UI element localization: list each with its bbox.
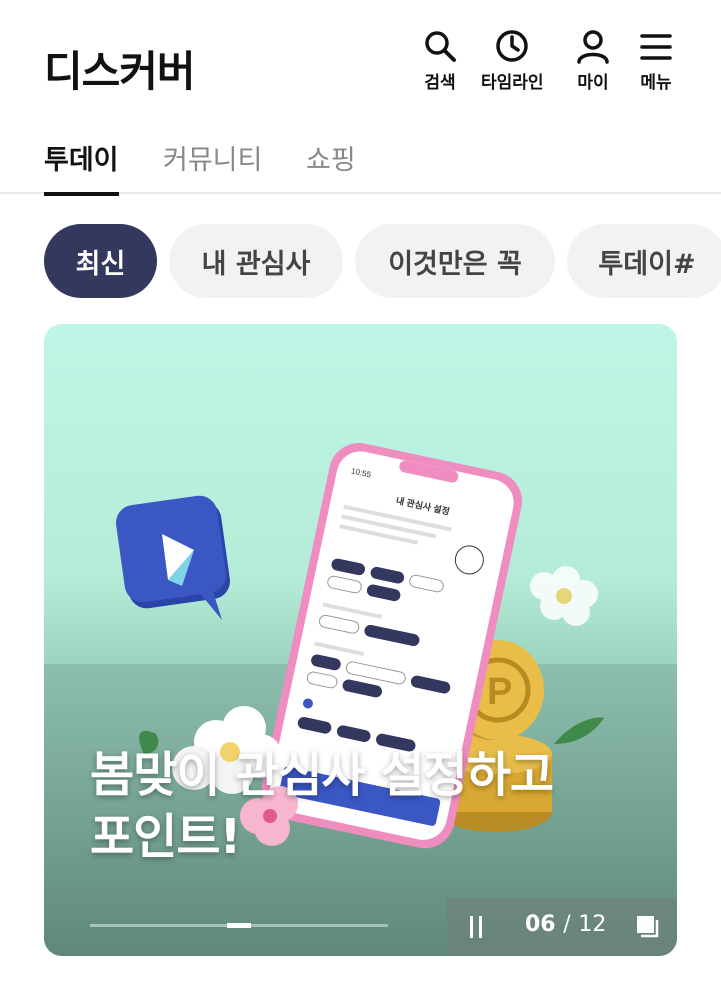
chip-must-see[interactable]: 이것만은 꼭 <box>355 224 555 298</box>
banner-title-line1: 봄맞이 관심사 설정하고 <box>90 747 554 803</box>
slide-progress-track <box>90 923 388 928</box>
search-label: 검색 <box>424 73 456 93</box>
menu-icon <box>640 34 672 60</box>
menu-button[interactable]: 메뉴 <box>637 28 675 93</box>
slide-controls: 06 / 12 <box>447 898 677 956</box>
my-button[interactable]: 마이 <box>574 28 612 93</box>
my-label: 마이 <box>577 73 609 93</box>
chip-latest[interactable]: 최신 <box>44 224 157 298</box>
flower-right-icon <box>530 566 598 626</box>
tab-community[interactable]: 커뮤니티 <box>163 138 262 194</box>
pause-button[interactable] <box>467 914 487 940</box>
timeline-button[interactable]: 타임라인 <box>481 28 544 93</box>
timeline-label: 타임라인 <box>481 73 544 93</box>
slide-current: 06 <box>525 912 556 937</box>
slide-counter: 06 / 12 <box>525 912 606 937</box>
slide-separator: / <box>563 912 571 937</box>
slide-total: 12 <box>578 912 607 937</box>
pause-icon-bar <box>479 916 482 938</box>
promo-banner[interactable]: P 10:55 내 관심사 설정 봄맞이 관심사 설정하고 포인트! 06 / … <box>44 324 677 956</box>
banner-title-line2: 포인트! <box>90 809 241 866</box>
main-tabs: 투데이 커뮤니티 쇼핑 <box>0 130 721 196</box>
menu-label: 메뉴 <box>640 73 672 93</box>
user-icon <box>577 30 609 64</box>
tab-shopping[interactable]: 쇼핑 <box>306 138 356 194</box>
view-all-icon[interactable] <box>635 914 661 940</box>
svg-text:P: P <box>487 671 512 713</box>
search-button[interactable]: 검색 <box>421 28 459 93</box>
chip-today-hash[interactable]: 투데이# <box>567 224 721 298</box>
tab-today[interactable]: 투데이 <box>44 138 119 196</box>
pause-icon <box>470 916 473 938</box>
banner-title: 봄맞이 관심사 설정하고 포인트! <box>90 744 650 869</box>
chat-bubble-icon <box>116 495 230 620</box>
app-logo[interactable]: 디스커버 <box>44 38 196 99</box>
app-header: 디스커버 검색 타임라인 마이 메뉴 <box>0 0 721 120</box>
chip-my-interests[interactable]: 내 관심사 <box>169 224 343 298</box>
slide-progress-fill <box>227 923 251 928</box>
search-icon <box>425 31 456 62</box>
clock-icon <box>496 30 529 62</box>
